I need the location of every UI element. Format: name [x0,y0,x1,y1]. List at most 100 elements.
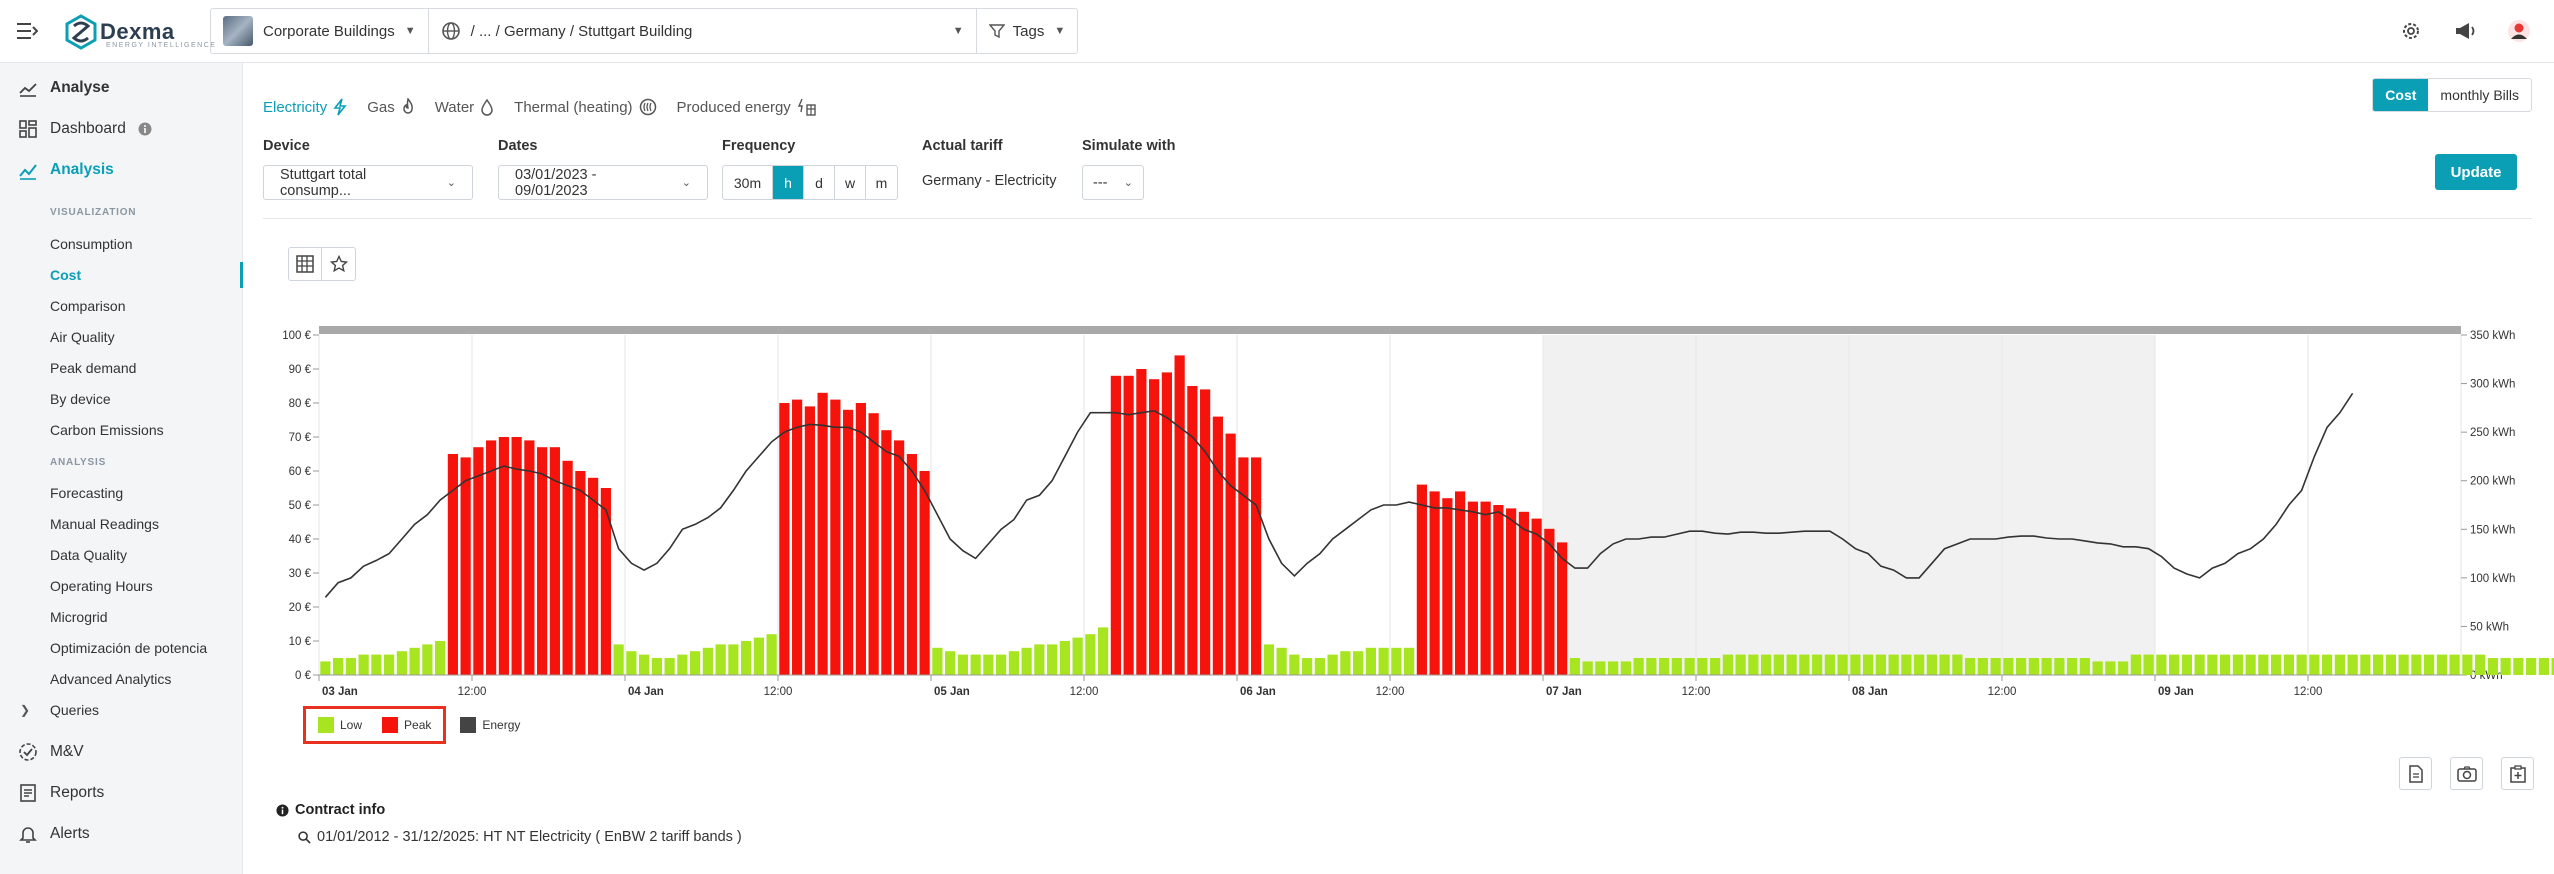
bar-low [2194,654,2205,675]
bar-low [932,647,943,675]
bar-low [741,641,752,675]
bar-peak [1429,491,1440,675]
bar-low [1263,644,1274,675]
contract-detail[interactable]: 01/01/2012 - 31/12/2025: HT NT Electrici… [298,829,742,845]
bar-low [1391,647,1402,675]
brand-tagline: ENERGY INTELLIGENCE [106,42,217,49]
bar-low [2181,654,2192,675]
user-avatar[interactable] [2506,18,2532,44]
sidebar-item-consumption[interactable]: Consumption [50,236,240,252]
sidebar-item-manual-readings[interactable]: Manual Readings [50,516,240,532]
legend-highlight-box: Low Peak [303,706,447,744]
menu-toggle-icon[interactable] [16,22,39,40]
bar-low [1875,654,1886,675]
bar-peak [1531,518,1542,675]
organization-selector[interactable]: Corporate Buildings ▼ [211,9,429,53]
y-right-tick-label: 50 kWh [2470,621,2509,633]
info-icon[interactable] [138,122,152,136]
chevron-down-icon: ▼ [404,25,416,37]
dexma-logo[interactable]: Dexma ENERGY INTELLIGENCE [64,12,215,52]
sidebar-item-operating-hours[interactable]: Operating Hours [50,578,240,594]
sidebar-item-air-quality[interactable]: Air Quality [50,329,240,345]
bar-low [1314,658,1325,675]
sidebar-item-queries[interactable]: ❯ Queries [20,702,210,718]
y-left-tick-label: 90 € [289,364,312,376]
sidebar-item-power-optimization[interactable]: Optimización de potencia [50,640,240,656]
bar-peak [881,430,892,675]
chart-navigator-strip [319,326,2461,334]
bar-low [715,644,726,675]
export-clipboard-button[interactable] [2501,757,2534,790]
sidebar-item-reports[interactable]: Reports [0,783,243,803]
sidebar-item-cost[interactable]: Cost [50,267,240,283]
bar-low [2436,654,2447,675]
main-content: Electricity Gas Water Thermal (heating) … [243,63,2554,874]
bar-low [1595,661,1606,675]
bar-low [409,647,420,675]
sidebar-item-analysis[interactable]: Analysis [0,160,243,180]
sidebar-analyse-label: Analyse [50,79,110,96]
mv-check-icon [18,742,38,762]
bar-low [1327,654,1338,675]
export-image-button[interactable] [2450,757,2483,790]
sidebar-item-forecasting[interactable]: Forecasting [50,485,240,501]
top-actions [2398,18,2554,44]
bar-low [1378,647,1389,675]
bar-peak [1200,389,1211,675]
bar-peak [817,392,828,675]
bar-low [1365,647,1376,675]
sidebar-item-alerts[interactable]: Alerts [0,824,243,844]
bar-low [2220,654,2231,675]
bar-low [2271,654,2282,675]
sidebar-item-carbon-emissions[interactable]: Carbon Emissions [50,422,240,438]
export-pdf-button[interactable] [2399,757,2432,790]
bar-low [1085,634,1096,675]
bar-low [1098,627,1109,675]
sidebar-item-by-device[interactable]: By device [50,391,240,407]
y-left-tick-label: 100 € [282,330,311,342]
chevron-down-icon: ▼ [952,25,964,37]
legend-item-peak[interactable]: Peak [382,717,431,733]
sidebar-item-dashboard[interactable]: Dashboard [0,119,243,139]
legend-item-low[interactable]: Low [318,717,362,733]
sidebar-analyse-header[interactable]: Analyse [0,78,243,98]
location-selector[interactable]: / ... / Germany / Stuttgart Building ▼ [429,9,977,53]
bar-low [2360,654,2371,675]
bar-low [1034,644,1045,675]
bar-peak [1480,501,1491,675]
settings-gear-icon[interactable] [2398,18,2424,44]
sidebar-item-microgrid[interactable]: Microgrid [50,609,240,625]
sidebar-item-advanced-analytics[interactable]: Advanced Analytics [50,671,240,687]
x-tick-label: 09 Jan [2158,686,2194,698]
y-left-tick-label: 70 € [289,432,312,444]
bar-low [2462,654,2473,675]
bar-low [766,634,777,675]
bar-peak [779,403,790,675]
bar-low [1722,654,1733,675]
bar-low [970,654,981,675]
sidebar-item-peak-demand[interactable]: Peak demand [50,360,240,376]
bar-peak [1544,528,1555,675]
sidebar-item-mv[interactable]: M&V [0,742,243,762]
bar-low [2143,654,2154,675]
bar-peak [894,440,905,675]
bar-low [651,658,662,675]
bar-low [371,654,382,675]
bar-low [1353,651,1364,675]
announcements-megaphone-icon[interactable] [2452,18,2478,44]
x-tick-label: 12:00 [1988,686,2017,698]
bar-peak [1518,511,1529,675]
contract-info-title: Contract info [276,802,385,818]
x-tick-label: 07 Jan [1546,686,1582,698]
sidebar-item-data-quality[interactable]: Data Quality [50,547,240,563]
bar-low [1289,654,1300,675]
y-right-tick-label: 300 kWh [2470,379,2515,391]
sidebar-reports-label: Reports [50,784,105,801]
tags-filter[interactable]: Tags ▼ [977,9,1078,53]
y-right-tick-label: 350 kWh [2470,330,2515,342]
legend-item-energy[interactable]: Energy [460,717,520,733]
sidebar: Analyse Dashboard Analysis VISUALIZATION… [0,63,243,874]
bar-peak [1506,508,1517,675]
sidebar-item-comparison[interactable]: Comparison [50,298,240,314]
bar-low [2322,654,2333,675]
